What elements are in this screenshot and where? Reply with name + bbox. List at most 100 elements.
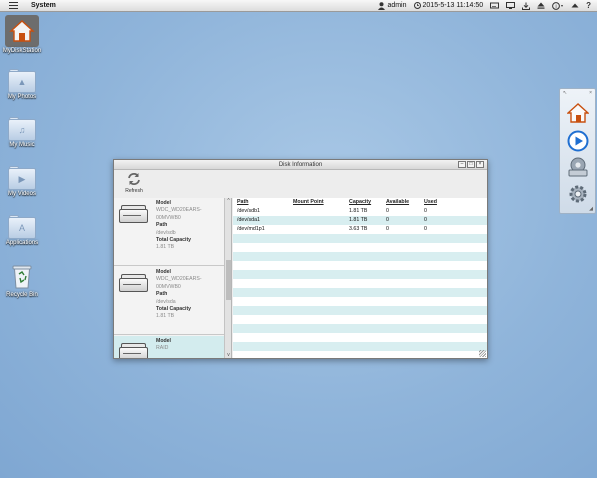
cell-available: 0 [386, 226, 389, 232]
capacity-label: Total Capacity [156, 237, 192, 244]
table-row-empty [233, 324, 487, 333]
dock-home-icon[interactable] [565, 101, 591, 125]
table-row-empty [233, 315, 487, 324]
table-header: Path Mount Point Capacity Available Used [233, 199, 459, 207]
dock-settings-gear-icon[interactable] [565, 182, 591, 206]
cell-used: 0 [424, 226, 427, 232]
desktop-icon-label: My Music [9, 142, 35, 148]
dock-collapse-icon[interactable]: ↖ [563, 90, 567, 96]
desktop-icon-my-photos[interactable]: ▲ My Photos [0, 69, 44, 100]
column-header-available[interactable]: Available [386, 199, 409, 205]
recycle-bin-icon [11, 263, 33, 291]
model-value: WDC_WD20EARS-00MVWB0 [156, 207, 202, 221]
music-folder-icon: ♫ [8, 117, 36, 141]
home-icon [5, 15, 39, 47]
disk-list-scrollbar[interactable]: ^ v [224, 198, 231, 358]
drive-icon[interactable] [490, 2, 500, 9]
table-row[interactable]: /dev/md1p1 3.63 TB 0 0 [233, 225, 487, 234]
refresh-button[interactable]: Refresh [122, 172, 146, 194]
cell-path: /dev/md1p1 [237, 226, 265, 232]
column-header-mount-point[interactable]: Mount Point [293, 199, 324, 205]
dock-play-icon[interactable] [565, 129, 591, 153]
desktop-icon-label: My Photos [7, 94, 37, 100]
cell-used: 0 [424, 208, 427, 214]
desktop-icon-label: MyDiskStation [2, 48, 42, 54]
desktop-icon-mydiskstation[interactable]: MyDiskStation [0, 15, 44, 54]
table-row-empty [233, 252, 487, 261]
help-icon[interactable]: ? [586, 1, 591, 10]
scroll-down-icon[interactable]: v [225, 352, 231, 358]
table-row-empty [233, 243, 487, 252]
minimize-button[interactable]: – [458, 161, 466, 168]
main-menu-icon[interactable] [9, 2, 19, 9]
table-row-empty [233, 270, 487, 279]
disk-list-item[interactable]: Model WDC_WD20EARS-00MVWB0 Path /dev/sdb… [114, 198, 224, 266]
dock-resize-icon[interactable]: ◢ [589, 206, 593, 212]
window-resize-grip-icon[interactable] [479, 350, 486, 357]
dock-close-icon[interactable]: × [589, 90, 592, 96]
clock: 2015-5-13 11:14:50 [413, 2, 484, 9]
download-icon[interactable] [522, 2, 531, 10]
disk-information-window: Disk Information – □ × Refresh Model WDC… [113, 159, 488, 359]
clock-icon [413, 2, 421, 9]
desktop-icon-label: Applications [5, 240, 39, 246]
path-label: Path [156, 222, 168, 229]
table-row[interactable]: /dev/sda1 1.81 TB 0 0 [233, 216, 487, 225]
cell-capacity: 1.81 TB [349, 217, 368, 223]
disk-list-item-selected[interactable]: Model RAID [114, 336, 224, 358]
column-header-path[interactable]: Path [237, 199, 248, 205]
model-label: Model [156, 200, 171, 206]
hard-drive-icon [119, 274, 148, 292]
eject-icon[interactable] [537, 2, 545, 9]
desktop-icon-my-videos[interactable]: ▶ My Videos [0, 166, 44, 197]
datetime: 2015-5-13 11:14:50 [422, 2, 484, 9]
disk-list-item[interactable]: Model WDC_WD20EARS-00MVWB0 Path /dev/sda… [114, 267, 224, 335]
path-value: /dev/sda [156, 298, 176, 305]
scroll-up-icon[interactable]: ^ [225, 198, 231, 204]
desktop-icon-label: My Videos [8, 191, 36, 197]
desktop-icon-recycle-bin[interactable]: Recycle Bin [0, 263, 44, 298]
eject-up-icon[interactable] [571, 3, 579, 9]
partition-table: Path Mount Point Capacity Available Used… [233, 198, 487, 358]
close-button[interactable]: × [476, 161, 484, 168]
desktop-icon-applications[interactable]: A Applications [0, 215, 44, 246]
table-row-empty [233, 261, 487, 270]
cell-path: /dev/sdb1 [237, 208, 260, 214]
photos-folder-icon: ▲ [8, 69, 36, 93]
username: admin [387, 2, 407, 9]
videos-folder-icon: ▶ [8, 166, 36, 190]
applications-folder-icon: A [8, 215, 36, 239]
window-titlebar[interactable]: Disk Information – □ × [114, 160, 487, 170]
refresh-label: Refresh [125, 188, 143, 194]
cell-capacity: 3.63 TB [349, 226, 368, 232]
window-toolbar: Refresh [114, 170, 487, 197]
maximize-button[interactable]: □ [467, 161, 475, 168]
column-header-capacity[interactable]: Capacity [349, 199, 371, 205]
quick-launch-dock: ↖ × ◢ [559, 88, 596, 214]
model-label: Model [156, 269, 171, 275]
desktop-icon-my-music[interactable]: ♫ My Music [0, 117, 44, 148]
cell-used: 0 [424, 217, 427, 223]
cell-path: /dev/sda1 [237, 217, 260, 223]
system-menu[interactable]: System [31, 2, 56, 9]
info-icon[interactable]: i [552, 1, 564, 10]
dock-storage-manager-icon[interactable] [565, 155, 591, 179]
model-value: RAID [156, 345, 169, 352]
table-row-empty [233, 306, 487, 315]
cell-capacity: 1.81 TB [349, 208, 368, 214]
table-row[interactable]: /dev/sdb1 1.81 TB 0 0 [233, 207, 487, 216]
path-value: /dev/sdb [156, 229, 176, 236]
table-row-empty [233, 297, 487, 306]
table-body: /dev/sdb1 1.81 TB 0 0 /dev/sda1 1.81 TB … [233, 207, 487, 358]
monitor-icon[interactable] [506, 2, 516, 9]
svg-text:i: i [556, 4, 557, 10]
top-menu-bar: System admin 2015-5-13 11:14:50 i ? [0, 0, 597, 12]
model-label: Model [156, 338, 171, 344]
table-row-empty [233, 351, 487, 358]
path-label: Path [156, 291, 168, 298]
cell-available: 0 [386, 208, 389, 214]
user-icon [378, 1, 386, 10]
column-header-used[interactable]: Used [424, 199, 437, 205]
user-menu[interactable]: admin [378, 1, 407, 10]
scrollbar-thumb[interactable] [226, 260, 231, 300]
